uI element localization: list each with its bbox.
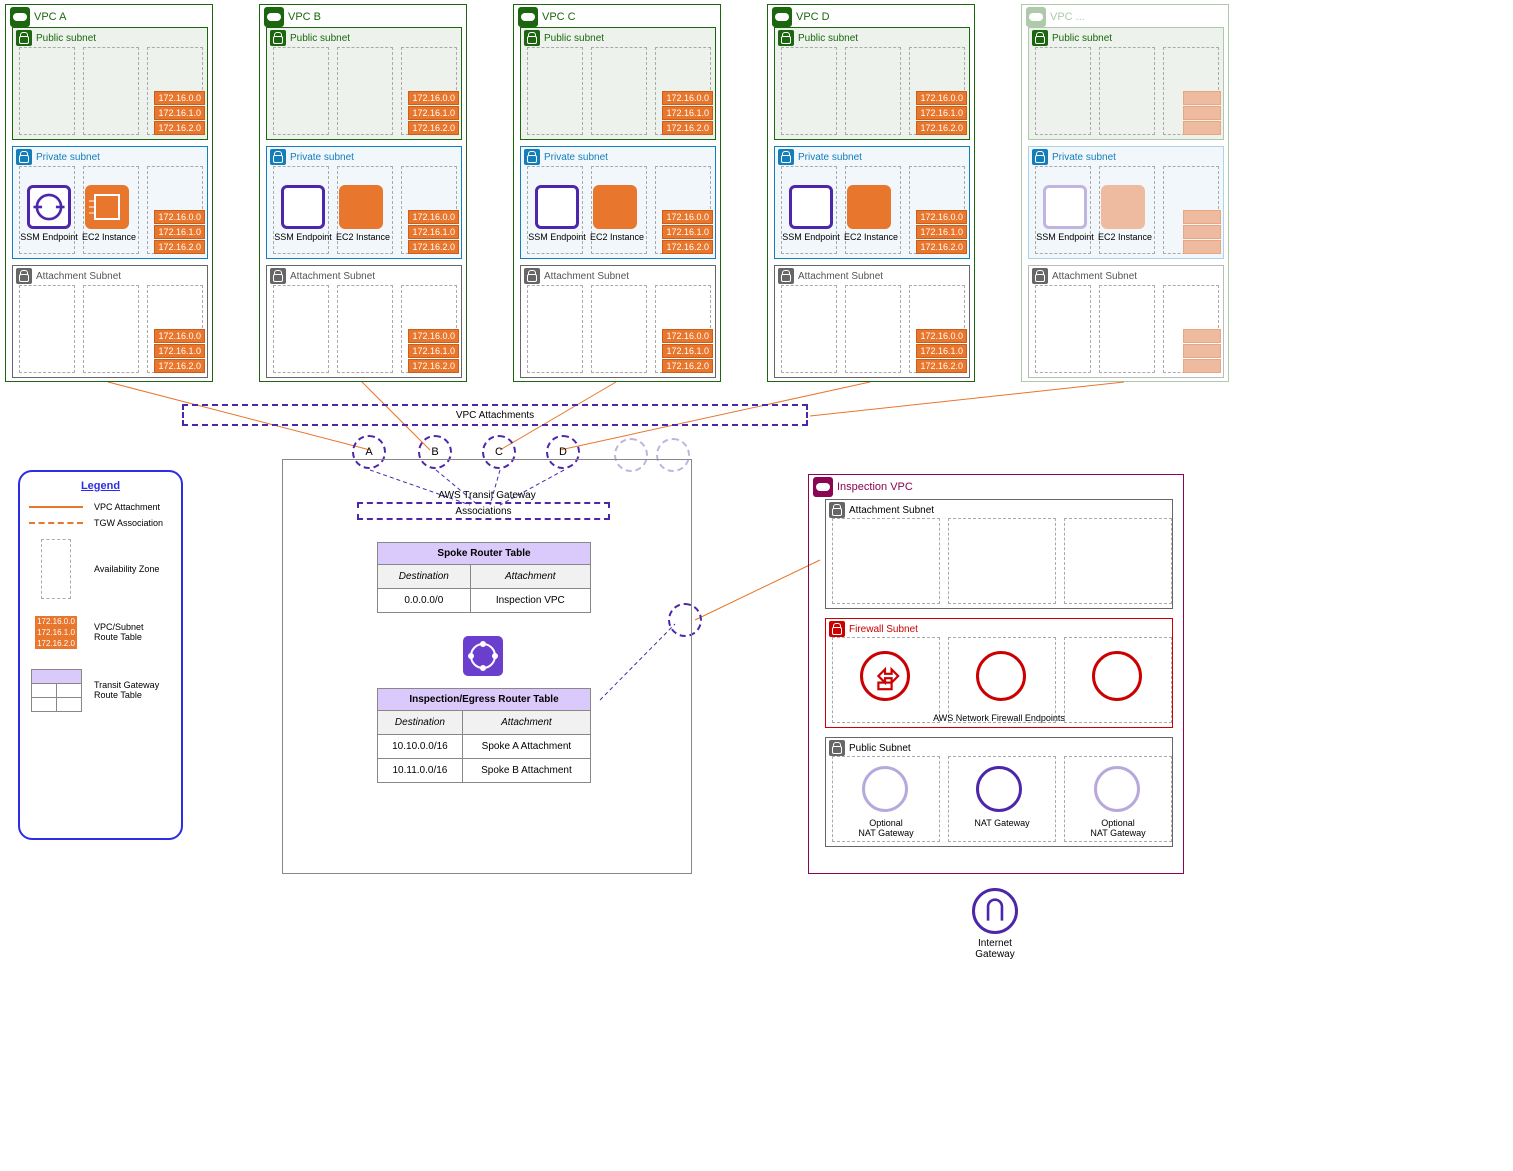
public-subnet: Public subnet 172.16.0.0172.16.1.0172.16… (12, 27, 208, 140)
inspection-public-subnet: Public Subnet Optional NAT Gateway NAT G… (825, 737, 1173, 847)
cloud-icon (813, 477, 833, 497)
legend-item: Transit Gateway Route Table (94, 680, 159, 700)
transit-gateway-icon (463, 636, 503, 676)
vpc-title: Inspection VPC (837, 481, 913, 493)
ssm-endpoint-icon (27, 185, 71, 229)
firewall-label: AWS Network Firewall Endpoints (826, 713, 1172, 723)
nat-label: NAT Gateway (948, 818, 1056, 828)
nat-gateway-icon (862, 766, 908, 812)
tgw-title: AWS Transit Gateway (283, 490, 691, 501)
ssm-label: SSM Endpoint (19, 232, 79, 242)
legend-item: VPC Attachment (94, 502, 160, 512)
egress-route-table: Inspection/Egress Router Table Destinati… (377, 688, 591, 783)
cloud-icon (10, 7, 30, 27)
private-subnet: Private subnet SSM Endpoint EC2 Instance… (12, 146, 208, 259)
transit-gateway: AWS Transit Gateway Associations Spoke R… (282, 459, 692, 874)
inspection-attachment-subnet: Attachment Subnet (825, 499, 1173, 609)
inspection-vpc: Inspection VPC Attachment Subnet Firewal… (808, 474, 1184, 874)
internet-gateway-icon (972, 888, 1018, 934)
subnet-label: Private subnet (36, 152, 100, 163)
vpc-a: VPC A Public subnet 172.16.0.0172.16.1.0… (5, 4, 213, 382)
firewall-icon (1092, 651, 1142, 701)
route-table-stack: 172.16.0.0172.16.1.0172.16.2.0 (154, 210, 205, 255)
nat-gateway-icon (976, 766, 1022, 812)
lock-icon (16, 268, 32, 284)
route-table-stack: 172.16.0.0172.16.1.0172.16.2.0 (154, 329, 205, 374)
vpc-attachments-bar: VPC Attachments (182, 404, 808, 426)
ec2-instance-icon (85, 185, 129, 229)
vpc-c: VPC C Public subnet172.16.0.0172.16.1.01… (513, 4, 721, 382)
internet-gateway: Internet Gateway (965, 888, 1025, 960)
firewall-icon (976, 651, 1026, 701)
lock-icon (16, 149, 32, 165)
nat-gateway-icon (1094, 766, 1140, 812)
legend-item: TGW Association (94, 518, 163, 528)
vpc-b: VPC B Public subnet172.16.0.0172.16.1.01… (259, 4, 467, 382)
vpc-title: VPC A (34, 11, 66, 23)
legend: Legend VPC Attachment TGW Association Av… (18, 470, 183, 840)
subnet-label: Public subnet (36, 33, 96, 44)
firewall-subnet: Firewall Subnet AWS Network Firewall End… (825, 618, 1173, 728)
vpc-d: VPC D Public subnet172.16.0.0172.16.1.01… (767, 4, 975, 382)
subnet-label: Attachment Subnet (36, 271, 121, 282)
legend-title: Legend (26, 480, 175, 492)
attachment-subnet: Attachment Subnet 172.16.0.0172.16.1.017… (12, 265, 208, 378)
cloud-icon (264, 7, 284, 27)
vpc-title: VPC B (288, 11, 321, 23)
ec2-label: EC2 Instance (79, 232, 139, 242)
nat-label: Optional NAT Gateway (1064, 818, 1172, 838)
legend-item: Availability Zone (94, 564, 159, 574)
spoke-route-table: Spoke Router Table DestinationAttachment… (377, 542, 591, 613)
route-table-stack: 172.16.0.0172.16.1.0172.16.2.0 (154, 91, 205, 136)
associations-bar: Associations (357, 502, 610, 520)
lock-icon (16, 30, 32, 46)
vpc-ellipsis: VPC ... Public subnet Private subnetSSM … (1021, 4, 1229, 382)
nat-label: Optional NAT Gateway (832, 818, 940, 838)
legend-item: VPC/Subnet Route Table (94, 622, 144, 642)
firewall-icon (860, 651, 910, 701)
